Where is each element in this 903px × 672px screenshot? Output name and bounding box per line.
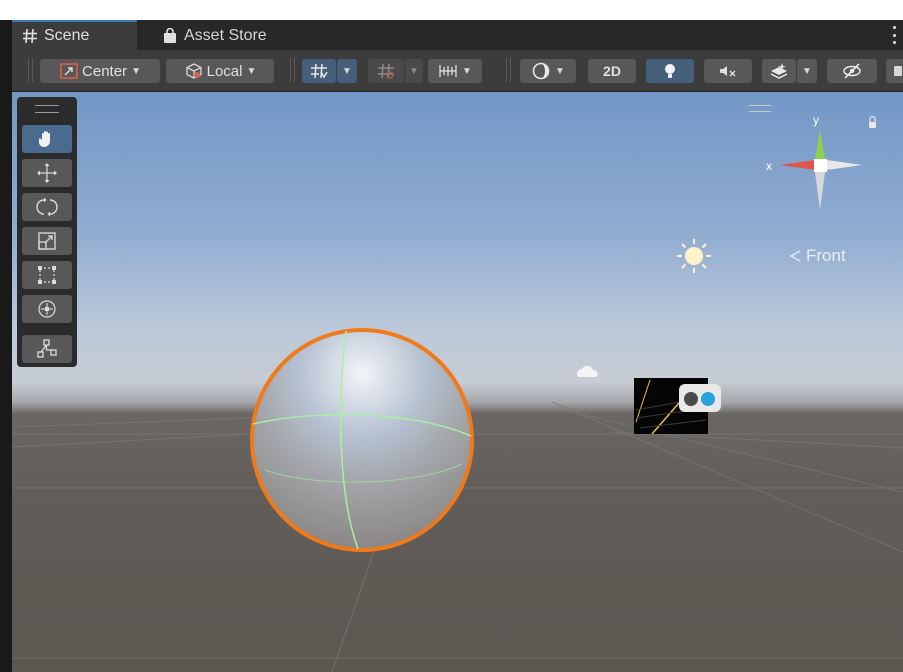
tab-label: Scene xyxy=(44,27,90,44)
selected-sphere[interactable] xyxy=(250,328,474,552)
tool-rect[interactable] xyxy=(22,261,72,289)
space-label: Local xyxy=(206,62,243,80)
lighting-toggle[interactable] xyxy=(646,59,694,83)
transform-tool-icon xyxy=(36,298,58,320)
gizmo-y-label: y xyxy=(813,113,819,127)
orientation-gizmo[interactable]: y x xyxy=(757,102,887,232)
gizmo-x-label: x xyxy=(766,159,772,173)
hidden-eye-icon xyxy=(841,62,863,80)
rect-tool-icon xyxy=(36,264,58,286)
grid-visibility-dropdown[interactable]: ▼ xyxy=(428,59,482,83)
chevron-down-icon: ▼ xyxy=(246,65,257,77)
grid-snapping-toggle[interactable] xyxy=(302,59,336,83)
custom-editor-tool-icon xyxy=(36,338,58,360)
palette-grip[interactable] xyxy=(35,105,59,113)
tool-transform[interactable] xyxy=(22,295,72,323)
scene-visibility-toggle[interactable] xyxy=(827,59,877,83)
chevron-down-icon: ▼ xyxy=(131,65,141,77)
tab-label: Asset Store xyxy=(184,27,267,44)
view-orientation-label[interactable]: Front xyxy=(788,246,846,266)
increment-snap-dropdown[interactable]: ▼ xyxy=(405,59,423,83)
chevron-down-icon: ▼ xyxy=(802,65,812,77)
draw-mode-dropdown[interactable]: ▼ xyxy=(520,59,576,83)
grid-snapping-dropdown[interactable]: ▼ xyxy=(337,59,357,83)
more-options-icon[interactable] xyxy=(891,26,897,44)
ruler-grid-icon xyxy=(438,62,458,80)
tool-rotate[interactable] xyxy=(22,193,72,221)
hand-tool-icon xyxy=(37,129,57,149)
camera-icon xyxy=(893,66,902,76)
chevron-left-icon xyxy=(788,249,802,263)
tool-scale[interactable] xyxy=(22,227,72,255)
tool-custom-editor[interactable] xyxy=(22,335,72,363)
shading-mode-icon xyxy=(531,62,551,80)
mode-2d-toggle[interactable]: 2D xyxy=(588,59,636,83)
tool-hand[interactable] xyxy=(22,125,72,153)
audio-mute-icon xyxy=(717,62,739,80)
grid-snap-icon xyxy=(309,62,329,80)
view-label: Front xyxy=(806,246,846,265)
chevron-down-icon: ▼ xyxy=(555,65,565,77)
directional-light-icon[interactable] xyxy=(677,239,711,273)
scene-viewport[interactable]: y x Front xyxy=(12,92,903,672)
tab-asset-store[interactable]: Asset Store xyxy=(152,22,302,50)
move-tool-icon xyxy=(36,162,58,184)
camera-object[interactable] xyxy=(634,378,721,435)
chevron-down-icon: ▼ xyxy=(409,65,419,77)
rotate-tool-icon xyxy=(36,196,58,218)
cloud-icon xyxy=(577,365,598,377)
effects-layers-icon xyxy=(769,62,789,80)
grid-hash-icon xyxy=(22,28,38,44)
toolbar-separator xyxy=(506,58,511,82)
pivot-rotation-dropdown[interactable]: Local ▼ xyxy=(166,59,274,83)
local-space-icon xyxy=(184,62,204,80)
tool-move[interactable] xyxy=(22,159,72,187)
chevron-down-icon: ▼ xyxy=(462,65,472,77)
increment-snap-icon xyxy=(376,62,396,80)
chevron-down-icon: ▼ xyxy=(342,65,352,77)
tab-scene[interactable]: Scene xyxy=(12,20,137,50)
pivot-label: Center xyxy=(82,62,128,80)
tab-bar: Scene Asset Store xyxy=(12,20,903,50)
toolbar-grip[interactable] xyxy=(28,58,33,82)
increment-snap-toggle[interactable] xyxy=(368,59,404,83)
mode-2d-label: 2D xyxy=(603,63,621,79)
scene-toolbar: Center ▼ Local ▼ ▼ ▼ ▼ ▼ 2D ▼ xyxy=(12,50,903,92)
light-bulb-icon xyxy=(661,62,679,80)
toolbar-separator xyxy=(290,58,295,82)
camera-settings-button[interactable] xyxy=(886,59,903,83)
effects-toggle[interactable] xyxy=(762,59,796,83)
top-strip xyxy=(0,0,903,20)
effects-dropdown[interactable]: ▼ xyxy=(797,59,817,83)
shopping-bag-icon xyxy=(162,28,178,44)
audio-toggle[interactable] xyxy=(704,59,752,83)
center-pivot-icon xyxy=(59,62,79,80)
scale-tool-icon xyxy=(36,230,58,252)
tool-palette xyxy=(17,97,77,367)
pivot-position-dropdown[interactable]: Center ▼ xyxy=(40,59,160,83)
